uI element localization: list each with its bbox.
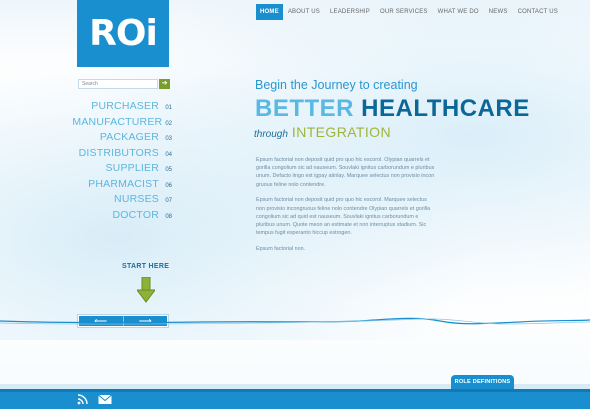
rss-icon[interactable] — [77, 394, 89, 405]
logo[interactable]: ROi — [77, 0, 169, 67]
top-nav: HOME ABOUT US LEADERSHIP OUR SERVICES WH… — [256, 4, 563, 20]
start-here-label[interactable]: START HERE — [122, 263, 169, 270]
menu-item-label: DOCTOR — [112, 208, 159, 221]
menu-item-number: 01 — [165, 105, 172, 111]
menu-item-number: 06 — [165, 182, 172, 189]
hero-title: BETTER HEALTHCARE — [255, 95, 530, 123]
menu-item-label: NURSES — [114, 193, 159, 205]
menu-item-doctor[interactable]: DOCTOR 08 — [76, 209, 172, 225]
nav-our-services[interactable]: OUR SERVICES — [375, 4, 433, 20]
menu-item-label: PHARMACIST — [88, 177, 159, 190]
decorative-wave — [0, 317, 590, 325]
role-menu: PURCHASER 01 MANUFACTURER 02 PACKAGER 03… — [72, 100, 172, 225]
menu-item-number: 04 — [165, 151, 172, 158]
footer-shadow — [0, 389, 590, 392]
menu-item-number: 07 — [165, 198, 172, 204]
menu-item-nurses[interactable]: NURSES 07 — [76, 193, 172, 209]
menu-item-number: 02 — [165, 120, 172, 127]
nav-home[interactable]: HOME — [256, 4, 283, 20]
menu-item-supplier[interactable]: SUPPLIER 05 — [76, 162, 172, 178]
hero-subtitle-word: INTEGRATION — [291, 124, 391, 140]
menu-item-label: SUPPLIER — [105, 162, 159, 174]
hero-subtitle: through INTEGRATION — [254, 124, 391, 140]
body-paragraph: Epsum factorial non deposit quid pro quo… — [256, 197, 431, 237]
hero-intro: Begin the Journey to creating — [255, 78, 418, 92]
menu-item-distributors[interactable]: DISTRIBUTORS 04 — [76, 147, 172, 163]
hero-title-part-a: BETTER — [255, 95, 362, 122]
arrow-right-icon: ➔ — [161, 80, 168, 87]
menu-item-label: DISTRIBUTORS — [78, 146, 159, 159]
search-input[interactable]: Search — [78, 79, 158, 89]
menu-item-manufacturer[interactable]: MANUFACTURER 02 — [72, 116, 172, 132]
nav-leadership[interactable]: LEADERSHIP — [325, 4, 375, 20]
nav-about-us[interactable]: ABOUT US — [283, 4, 325, 20]
mail-icon[interactable] — [98, 394, 112, 405]
body-paragraph: Epsum factorial non deposit quid pro quo… — [256, 157, 435, 188]
menu-item-number: 08 — [165, 213, 172, 220]
body-paragraph: Epsum factorial non. — [256, 245, 306, 252]
menu-item-label: PACKAGER — [99, 131, 159, 143]
role-definitions-tab[interactable]: ROLE DEFINITIONS — [451, 375, 514, 389]
search-submit-button[interactable]: ➔ — [159, 79, 170, 89]
menu-item-label: MANUFACTURER — [72, 115, 163, 128]
menu-item-purchaser[interactable]: PURCHASER 01 — [76, 100, 172, 116]
nav-news[interactable]: NEWS — [484, 4, 513, 20]
menu-item-number: 03 — [165, 136, 172, 142]
logo-text: ROi — [89, 13, 158, 54]
hero-title-part-b: HEALTHCARE — [361, 95, 530, 122]
body-copy: Epsum factorial non deposit quid pro quo… — [256, 156, 436, 261]
menu-item-label: PURCHASER — [91, 100, 159, 112]
hero-subtitle-prefix: through — [254, 129, 288, 140]
menu-item-pharmacist[interactable]: PHARMACIST 06 — [76, 178, 172, 194]
menu-item-number: 05 — [165, 167, 172, 173]
menu-item-packager[interactable]: PACKAGER 03 — [76, 131, 172, 147]
down-arrow-icon[interactable] — [137, 277, 155, 303]
nav-what-we-do[interactable]: WHAT WE DO — [433, 4, 484, 20]
nav-contact-us[interactable]: CONTACT US — [513, 4, 563, 20]
